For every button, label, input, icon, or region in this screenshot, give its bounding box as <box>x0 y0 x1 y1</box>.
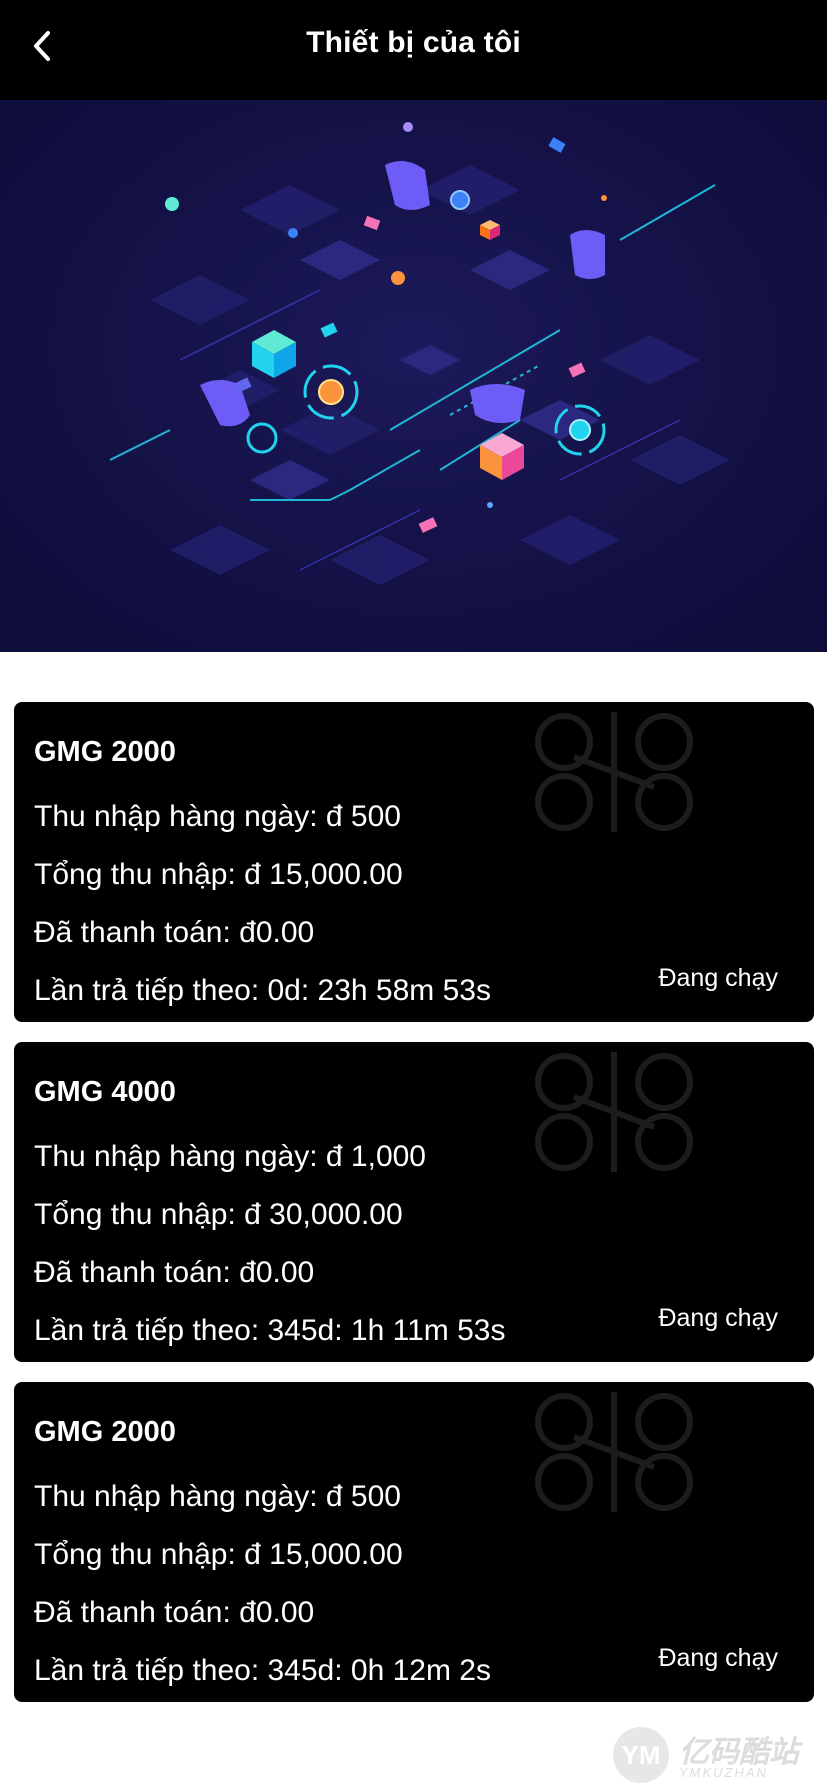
status-badge: Đang chạy <box>658 1304 778 1332</box>
daily-income: Thu nhập hàng ngày: đ 1,000 <box>34 1140 426 1173</box>
device-name: GMG 4000 <box>34 1076 176 1108</box>
device-card[interactable]: GMG 4000 Thu nhập hàng ngày: đ 1,000 Tổn… <box>14 1042 814 1362</box>
app-header: Thiết bị của tôi <box>0 0 827 100</box>
paid-amount: Đã thanh toán: đ0.00 <box>34 916 315 949</box>
daily-income: Thu nhập hàng ngày: đ 500 <box>34 800 401 833</box>
watermark-mark: YM <box>613 1727 669 1783</box>
watermark-subtext: YMKUZHAN <box>679 1765 768 1780</box>
drone-icon <box>535 1052 693 1172</box>
paid-amount: Đã thanh toán: đ0.00 <box>34 1596 315 1629</box>
next-payment: Lần trả tiếp theo: 345d: 1h 11m 53s <box>34 1314 506 1347</box>
next-payment: Lần trả tiếp theo: 0d: 23h 58m 53s <box>34 974 491 1007</box>
device-name: GMG 2000 <box>34 736 176 768</box>
drone-icon <box>535 712 693 832</box>
device-name: GMG 2000 <box>34 1416 176 1448</box>
total-income: Tổng thu nhập: đ 30,000.00 <box>34 1198 403 1231</box>
daily-income: Thu nhập hàng ngày: đ 500 <box>34 1480 401 1513</box>
status-badge: Đang chạy <box>658 964 778 992</box>
total-income: Tổng thu nhập: đ 15,000.00 <box>34 1538 403 1571</box>
page-title: Thiết bị của tôi <box>306 26 521 59</box>
hero-illustration <box>0 100 827 652</box>
next-payment: Lần trả tiếp theo: 345d: 0h 12m 2s <box>34 1654 491 1687</box>
device-card[interactable]: GMG 2000 Thu nhập hàng ngày: đ 500 Tổng … <box>14 1382 814 1702</box>
total-income: Tổng thu nhập: đ 15,000.00 <box>34 858 403 891</box>
status-badge: Đang chạy <box>658 1644 778 1672</box>
watermark-logo: YM 亿码酷站 YMKUZHAN <box>613 1719 813 1785</box>
device-card[interactable]: GMG 2000 Thu nhập hàng ngày: đ 500 Tổng … <box>14 702 814 1022</box>
paid-amount: Đã thanh toán: đ0.00 <box>34 1256 315 1289</box>
drone-icon <box>535 1392 693 1512</box>
